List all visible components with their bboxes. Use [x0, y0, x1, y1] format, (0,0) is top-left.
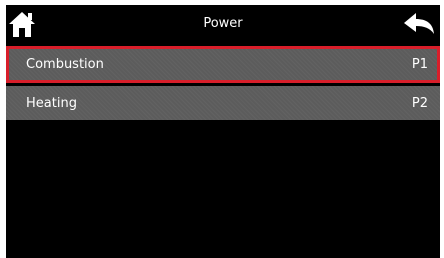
menu-item-code: P1 — [411, 57, 428, 72]
home-button[interactable] — [7, 9, 37, 39]
empty-content-area — [6, 120, 440, 258]
menu-item-combustion[interactable]: Combustion P1 — [6, 46, 440, 83]
title-bar: Power — [6, 5, 440, 43]
menu-item-heating[interactable]: Heating P2 — [6, 86, 440, 120]
menu-item-code: P2 — [411, 95, 428, 111]
home-icon — [9, 12, 35, 37]
page-title: Power — [203, 16, 243, 31]
menu-item-label: Heating — [26, 95, 77, 111]
back-arrow-icon — [404, 13, 434, 34]
device-screen: Power Combustion P1 Heating P2 — [6, 5, 440, 258]
menu-item-label: Combustion — [26, 57, 104, 72]
back-button[interactable] — [402, 12, 436, 38]
